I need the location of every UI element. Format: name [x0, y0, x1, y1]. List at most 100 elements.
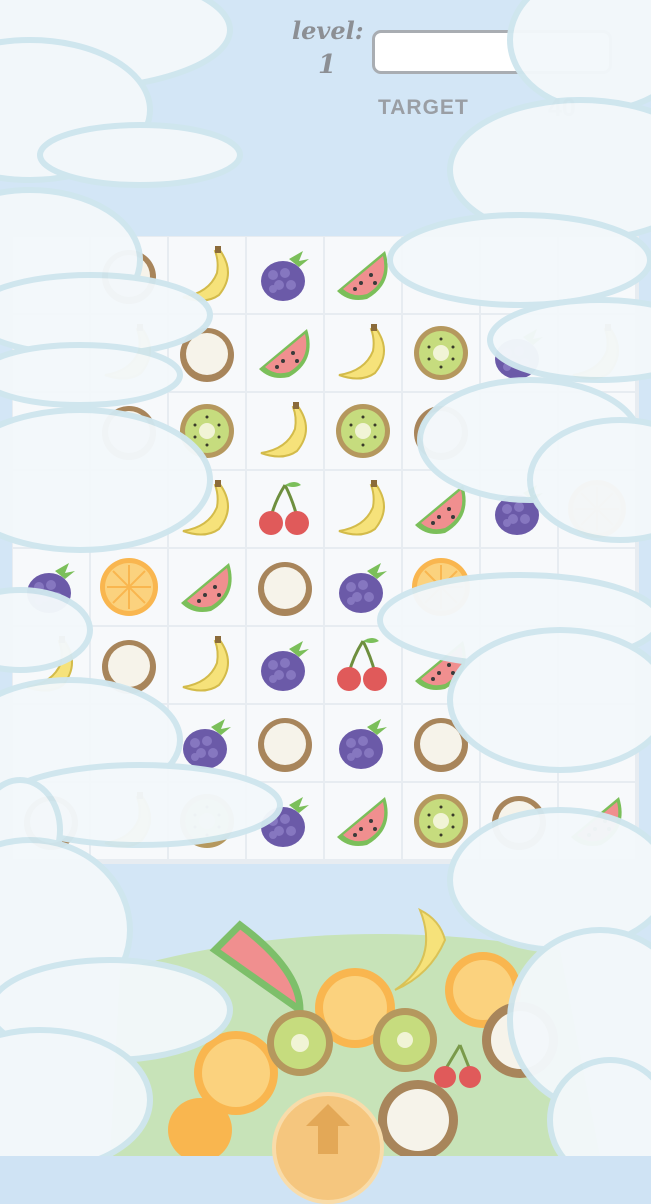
board-cell[interactable]	[91, 627, 167, 703]
board-cell[interactable]	[169, 471, 245, 547]
board-cell[interactable]	[247, 237, 323, 313]
board-cell[interactable]	[403, 549, 479, 625]
board-cell[interactable]	[481, 627, 557, 703]
board-cell[interactable]	[91, 393, 167, 469]
board-cell[interactable]	[481, 393, 557, 469]
board-cell[interactable]	[13, 471, 89, 547]
board-cell[interactable]	[13, 783, 89, 859]
board-cell[interactable]	[13, 549, 89, 625]
board-cell[interactable]	[559, 237, 635, 313]
cherry-icon	[337, 638, 387, 691]
board-cell[interactable]	[481, 549, 557, 625]
board-cell[interactable]	[169, 627, 245, 703]
board-cell[interactable]	[91, 315, 167, 391]
coconut-icon	[258, 718, 312, 772]
board-cell[interactable]	[247, 471, 323, 547]
board-cell[interactable]	[325, 783, 401, 859]
board-cell[interactable]	[559, 627, 635, 703]
target-value: 40	[548, 94, 576, 122]
board-cell[interactable]	[91, 237, 167, 313]
board-cell[interactable]	[247, 393, 323, 469]
board-cell[interactable]	[403, 237, 479, 313]
board-cell[interactable]	[169, 237, 245, 313]
coconut-icon	[414, 718, 468, 772]
orange-icon	[412, 558, 470, 616]
board-cell[interactable]	[559, 393, 635, 469]
board-cell[interactable]	[559, 315, 635, 391]
board-cell[interactable]	[325, 315, 401, 391]
blackberry-icon	[339, 719, 387, 769]
basket-coconut-icon	[482, 1002, 558, 1078]
board-cell[interactable]	[481, 315, 557, 391]
board-cell[interactable]	[169, 549, 245, 625]
watermelon-icon	[259, 329, 310, 378]
watermelon-icon	[571, 797, 622, 846]
board-cell[interactable]	[481, 783, 557, 859]
coconut-icon	[414, 406, 468, 460]
board-cell[interactable]	[91, 783, 167, 859]
board-cell[interactable]	[481, 237, 557, 313]
board-cell[interactable]	[91, 549, 167, 625]
board-cell[interactable]	[247, 627, 323, 703]
board-cell[interactable]	[91, 705, 167, 781]
board-cell[interactable]	[91, 471, 167, 547]
basket-kiwi-icon	[267, 1010, 333, 1076]
banana-icon	[338, 480, 385, 536]
banana-icon	[572, 324, 619, 380]
board-cell[interactable]	[481, 705, 557, 781]
board-cell[interactable]	[325, 237, 401, 313]
banana-icon	[260, 402, 307, 458]
board-cell[interactable]	[559, 783, 635, 859]
board-cell[interactable]	[169, 705, 245, 781]
board-cell[interactable]	[403, 471, 479, 547]
board-cell[interactable]	[13, 393, 89, 469]
coconut-icon	[258, 562, 312, 616]
board-cell[interactable]	[13, 315, 89, 391]
board-cell[interactable]	[403, 783, 479, 859]
board-cell[interactable]	[169, 783, 245, 859]
board-cell[interactable]	[403, 393, 479, 469]
board-cell[interactable]	[559, 471, 635, 547]
blackberry-icon	[261, 251, 309, 301]
board-cell[interactable]	[325, 471, 401, 547]
banana-icon	[182, 246, 229, 302]
board-cell[interactable]	[325, 393, 401, 469]
board-cell[interactable]	[403, 315, 479, 391]
board-cell[interactable]	[247, 315, 323, 391]
board-cell[interactable]	[403, 705, 479, 781]
board-cell[interactable]	[559, 705, 635, 781]
board-cell[interactable]	[325, 705, 401, 781]
board-cell[interactable]	[169, 393, 245, 469]
watermelon-icon	[415, 485, 466, 534]
basket-up-button[interactable]	[272, 1092, 384, 1204]
level-value: 1	[317, 50, 337, 80]
board-cell[interactable]	[247, 549, 323, 625]
coconut-icon	[492, 796, 546, 850]
level-label: level:	[292, 16, 364, 45]
board-cell[interactable]	[169, 315, 245, 391]
board-cell[interactable]	[247, 705, 323, 781]
board-cell[interactable]	[403, 627, 479, 703]
board-cell[interactable]	[247, 783, 323, 859]
cherry-icon	[259, 482, 309, 535]
coconut-icon	[102, 406, 156, 460]
banana-icon	[104, 324, 151, 380]
banana-icon	[338, 324, 385, 380]
board-cell[interactable]	[481, 471, 557, 547]
blackberry-icon	[495, 329, 543, 379]
banana-icon	[26, 636, 73, 692]
blackberry-icon	[183, 719, 231, 769]
orange-icon	[568, 480, 626, 538]
kiwi-icon	[414, 794, 468, 848]
target-progress-bar	[372, 30, 612, 74]
board-cell[interactable]	[325, 627, 401, 703]
coconut-icon	[102, 640, 156, 694]
board-cell[interactable]	[13, 627, 89, 703]
board-cell[interactable]	[13, 237, 89, 313]
coconut-icon	[102, 250, 156, 304]
board-cell[interactable]	[325, 549, 401, 625]
board-cell[interactable]	[13, 705, 89, 781]
kiwi-icon	[180, 794, 234, 848]
board-cell[interactable]	[559, 549, 635, 625]
coconut-icon	[24, 796, 78, 850]
